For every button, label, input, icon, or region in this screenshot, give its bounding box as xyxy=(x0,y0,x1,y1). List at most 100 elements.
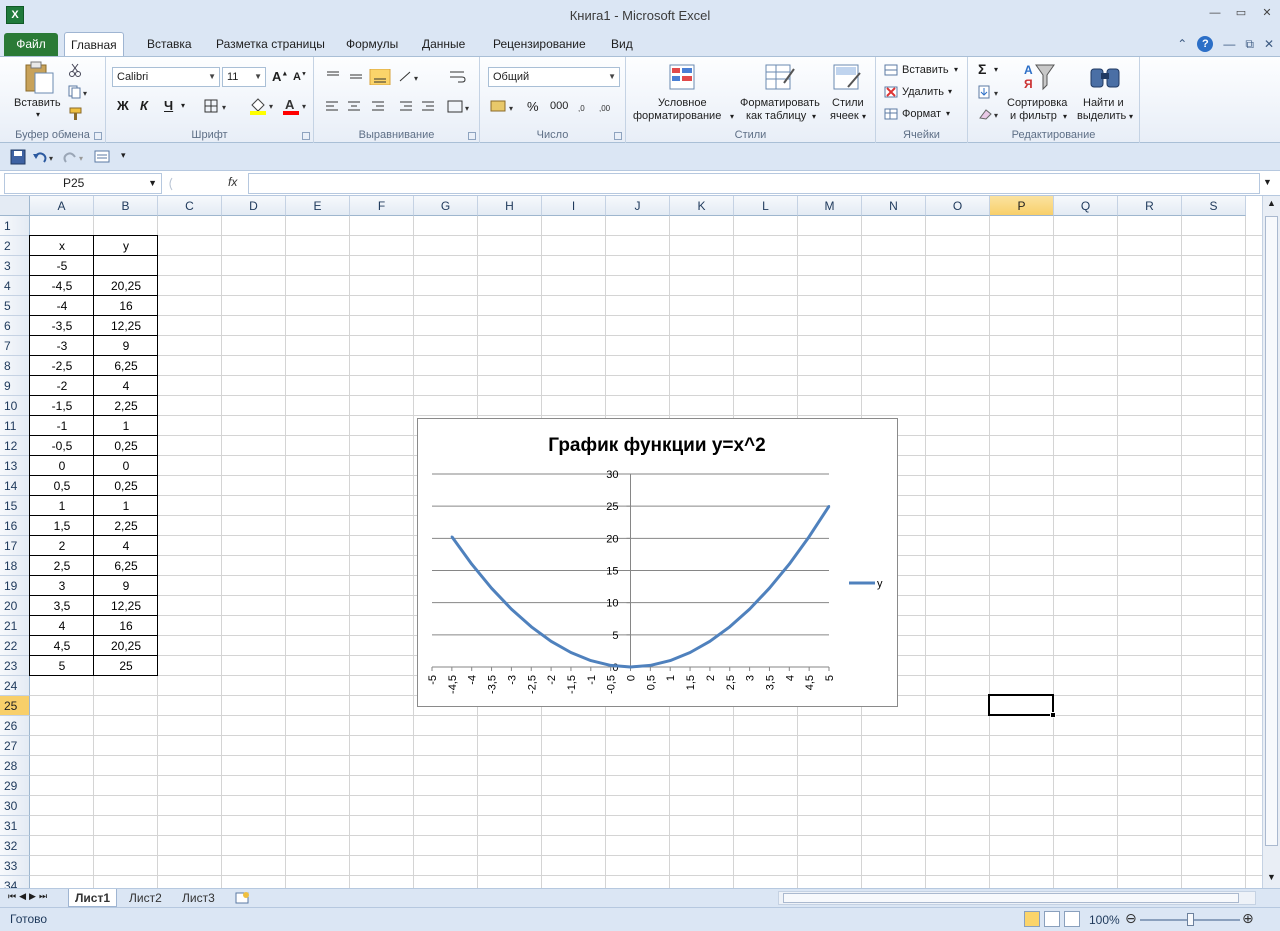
conditional-formatting-label-1[interactable]: Условное xyxy=(658,97,707,109)
cell-B21[interactable]: 16 xyxy=(94,616,158,636)
column-header-P[interactable]: P xyxy=(990,196,1054,216)
column-header-D[interactable]: D xyxy=(222,196,286,216)
column-header-C[interactable]: C xyxy=(158,196,222,216)
customize-qat-icon[interactable]: ▾ xyxy=(121,150,126,161)
cell-styles-dropdown-icon[interactable]: ▾ xyxy=(862,112,866,121)
autosum-icon[interactable]: Σ xyxy=(978,61,986,77)
sort-filter-dropdown-icon[interactable]: ▾ xyxy=(1063,112,1067,121)
number-launcher-icon[interactable] xyxy=(614,132,622,140)
active-cell-p25[interactable] xyxy=(988,694,1054,716)
fill-handle[interactable] xyxy=(1050,712,1056,718)
row-header-8[interactable]: 8 xyxy=(0,356,30,376)
help-icon[interactable]: ? xyxy=(1197,36,1214,52)
cell-A6[interactable]: -3,5 xyxy=(30,316,94,336)
shrink-font-icon[interactable]: A▼ xyxy=(293,71,307,83)
cell-styles-icon[interactable] xyxy=(832,63,864,93)
row-header-3[interactable]: 3 xyxy=(0,256,30,276)
find-select-label-2[interactable]: выделить xyxy=(1077,110,1126,122)
row-header-5[interactable]: 5 xyxy=(0,296,30,316)
sheet-tab-3[interactable]: Лист3 xyxy=(176,889,221,907)
cell-B11[interactable]: 1 xyxy=(94,416,158,436)
expand-formula-icon[interactable]: ▼ xyxy=(1263,177,1272,187)
row-header-21[interactable]: 21 xyxy=(0,616,30,636)
row-header-9[interactable]: 9 xyxy=(0,376,30,396)
page-layout-view-icon[interactable] xyxy=(1044,911,1060,927)
cut-icon[interactable] xyxy=(68,63,82,77)
minimize-ribbon-icon[interactable]: ⌃ xyxy=(1177,37,1187,51)
row-header-4[interactable]: 4 xyxy=(0,276,30,296)
maximize-icon[interactable]: ▭ xyxy=(1234,6,1248,20)
row-header-14[interactable]: 14 xyxy=(0,476,30,496)
row-header-26[interactable]: 26 xyxy=(0,716,30,736)
conditional-formatting-icon[interactable] xyxy=(668,63,700,93)
cell-B6[interactable]: 12,25 xyxy=(94,316,158,336)
column-header-Q[interactable]: Q xyxy=(1054,196,1118,216)
row-header-11[interactable]: 11 xyxy=(0,416,30,436)
column-header-G[interactable]: G xyxy=(414,196,478,216)
cell-A16[interactable]: 1,5 xyxy=(30,516,94,536)
column-header-B[interactable]: B xyxy=(94,196,158,216)
row-header-15[interactable]: 15 xyxy=(0,496,30,516)
scroll-up-icon[interactable]: ▲ xyxy=(1267,198,1276,208)
underline-button[interactable]: Ч xyxy=(164,98,173,113)
cell-B5[interactable]: 16 xyxy=(94,296,158,316)
conditional-formatting-dropdown-icon[interactable]: ▾ xyxy=(730,112,734,121)
borders-icon[interactable]: ▾ xyxy=(204,99,232,113)
row-header-34[interactable]: 34 xyxy=(0,876,30,888)
row-header-1[interactable]: 1 xyxy=(0,216,30,236)
cell-A9[interactable]: -2 xyxy=(30,376,94,396)
cell-styles-label-1[interactable]: Стили xyxy=(832,97,864,109)
row-header-19[interactable]: 19 xyxy=(0,576,30,596)
cell-B14[interactable]: 0,25 xyxy=(94,476,158,496)
format-as-table-label-1[interactable]: Форматировать xyxy=(740,97,820,109)
row-header-10[interactable]: 10 xyxy=(0,396,30,416)
undo-icon[interactable]: ▾ xyxy=(32,149,56,165)
format-painter-icon[interactable] xyxy=(68,107,84,121)
zoom-level[interactable]: 100% xyxy=(1089,913,1120,927)
underline-dropdown-icon[interactable]: ▾ xyxy=(181,101,185,110)
cell-A3[interactable]: -5 xyxy=(30,256,94,276)
cell-B23[interactable]: 25 xyxy=(94,656,158,676)
row-header-2[interactable]: 2 xyxy=(0,236,30,256)
row-header-29[interactable]: 29 xyxy=(0,776,30,796)
cell-A2[interactable]: x xyxy=(30,236,94,256)
cell-A8[interactable]: -2,5 xyxy=(30,356,94,376)
worksheet-grid[interactable]: A B C D E F G H I J K L M N O P Q R S 1 2 3 4 5 6 7 8 9 10 11 12 13 14 15… xyxy=(0,196,1262,888)
tab-data[interactable]: Данные xyxy=(422,32,465,56)
column-header-R[interactable]: R xyxy=(1118,196,1182,216)
column-header-A[interactable]: A xyxy=(30,196,94,216)
cell-A7[interactable]: -3 xyxy=(30,336,94,356)
delete-cells-button[interactable]: Удалить xyxy=(902,86,944,98)
cell-B9[interactable]: 4 xyxy=(94,376,158,396)
cell-B17[interactable]: 4 xyxy=(94,536,158,556)
find-select-icon[interactable] xyxy=(1088,63,1124,93)
row-header-27[interactable]: 27 xyxy=(0,736,30,756)
row-header-6[interactable]: 6 xyxy=(0,316,30,336)
cell-A22[interactable]: 4,5 xyxy=(30,636,94,656)
sheet-tab-2[interactable]: Лист2 xyxy=(123,889,168,907)
row-header-18[interactable]: 18 xyxy=(0,556,30,576)
column-header-K[interactable]: K xyxy=(670,196,734,216)
autosum-dropdown-icon[interactable]: ▾ xyxy=(994,65,998,74)
sort-filter-label-1[interactable]: Сортировка xyxy=(1007,97,1067,109)
percent-button[interactable]: % xyxy=(527,99,539,114)
cell-A12[interactable]: -0,5 xyxy=(30,436,94,456)
find-select-dropdown-icon[interactable]: ▾ xyxy=(1129,112,1133,121)
cell-B2[interactable]: y xyxy=(94,236,158,256)
cell-A14[interactable]: 0,5 xyxy=(30,476,94,496)
wrap-text-icon[interactable] xyxy=(448,69,468,85)
save-icon[interactable] xyxy=(10,149,26,165)
column-header-S[interactable]: S xyxy=(1182,196,1246,216)
row-header-12[interactable]: 12 xyxy=(0,436,30,456)
tab-insert[interactable]: Вставка xyxy=(147,32,192,56)
horizontal-scrollbar[interactable] xyxy=(778,891,1256,905)
grow-font-icon[interactable]: A▲ xyxy=(272,69,288,84)
cell-B12[interactable]: 0,25 xyxy=(94,436,158,456)
cell-A21[interactable]: 4 xyxy=(30,616,94,636)
row-header-22[interactable]: 22 xyxy=(0,636,30,656)
tab-formulas[interactable]: Формулы xyxy=(346,32,398,56)
tab-home[interactable]: Главная xyxy=(64,32,124,56)
cell-A20[interactable]: 3,5 xyxy=(30,596,94,616)
row-header-7[interactable]: 7 xyxy=(0,336,30,356)
cell-A18[interactable]: 2,5 xyxy=(30,556,94,576)
